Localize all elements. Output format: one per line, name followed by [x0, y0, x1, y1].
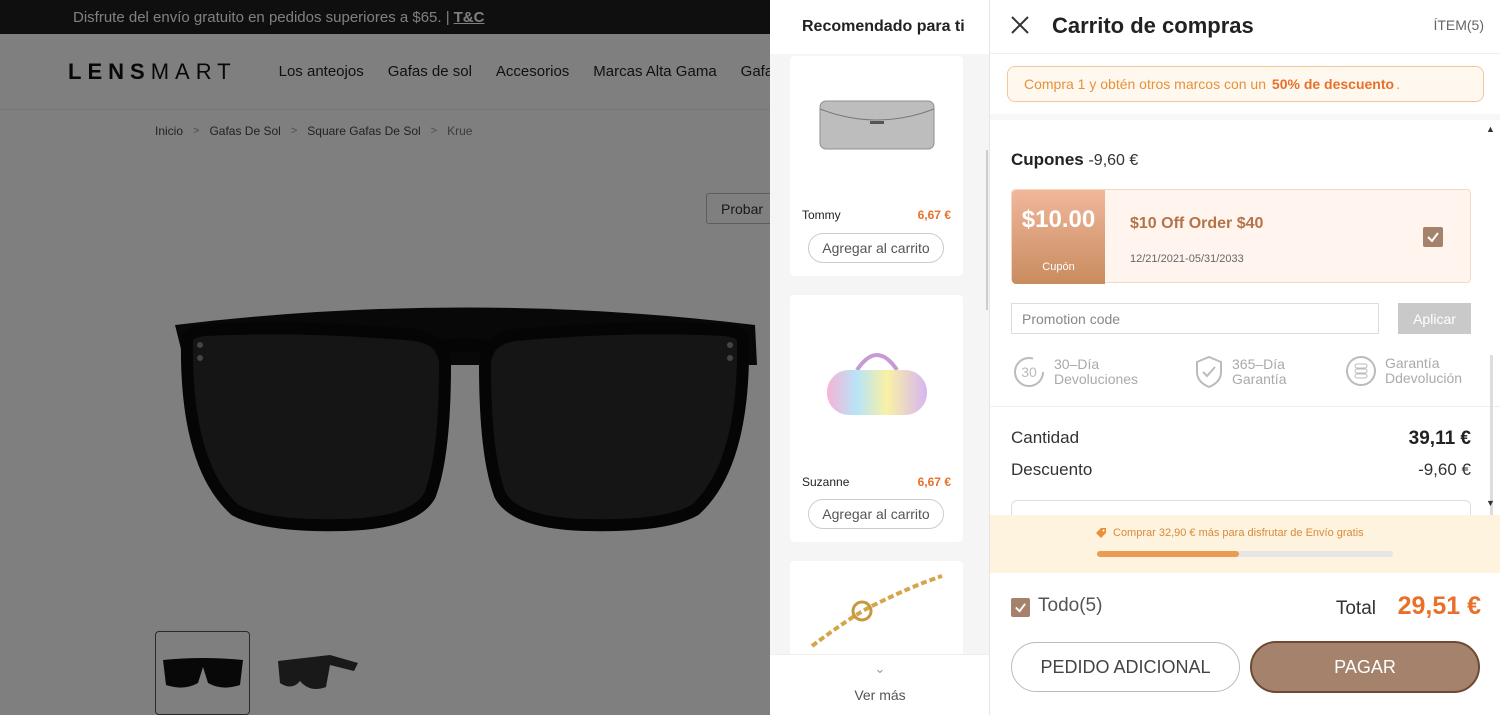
shield-check-icon	[1196, 355, 1222, 389]
section-divider	[990, 114, 1500, 120]
guarantee-line2: Garantía	[1232, 371, 1287, 387]
rec-card-tommy[interactable]: Tommy 6,67 € Agregar al carrito	[790, 56, 963, 276]
promo-highlight: 50% de descuento	[1271, 76, 1395, 92]
rec-name: Suzanne	[802, 475, 850, 489]
cart-footer-row: Todo(5) Total 29,51 €	[1011, 592, 1481, 621]
guarantee-line2: Ddevolución	[1385, 370, 1463, 386]
coupon-value-block: $10.00 Cupón	[1012, 190, 1105, 284]
money-coins-icon	[1346, 356, 1376, 386]
see-more-label: Ver más	[854, 687, 906, 703]
recommendations-title: Recomendado para ti	[770, 0, 989, 54]
see-more-button[interactable]: ⌄ Ver más	[770, 654, 989, 715]
summary-value: -9,60 €	[1418, 460, 1471, 479]
free-shipping-bar: Comprar 32,90 € más para disfrutar de En…	[990, 515, 1500, 573]
cart-drawer: Carrito de compras ÍTEM(5) Compra 1 y ob…	[990, 0, 1500, 715]
add-to-cart-button[interactable]: Agregar al carrito	[808, 499, 944, 529]
rec-price: 6,67 €	[917, 208, 951, 222]
scroll-down-icon[interactable]: ▼	[1486, 498, 1495, 508]
summary-quantity: Cantidad 39,11 €	[1011, 428, 1471, 450]
scroll-up-icon[interactable]: ▲	[1486, 124, 1495, 134]
chevron-down-icon: ⌄	[874, 661, 886, 676]
summary-discount: Descuento -9,60 €	[1011, 460, 1471, 480]
promo-prefix: Compra 1 y obtén otros marcos con un	[1024, 76, 1267, 92]
cart-scrollbar[interactable]: ▲ ▼	[1486, 120, 1498, 515]
item-count: ÍTEM(5)	[1433, 17, 1484, 33]
add-to-cart-button[interactable]: Agregar al carrito	[808, 233, 944, 263]
additional-order-button[interactable]: PEDIDO ADICIONAL	[1011, 642, 1240, 692]
promo-banner: Compra 1 y obtén otros marcos con un 50%…	[1007, 66, 1484, 102]
summary-label: Descuento	[1011, 460, 1093, 479]
rec-card-suzanne[interactable]: Suzanne 6,67 € Agregar al carrito	[790, 295, 963, 542]
promotion-code-input[interactable]	[1011, 303, 1379, 334]
summary-value: 39,11 €	[1408, 428, 1471, 449]
guarantee-returns: 30 30–Día Devoluciones	[1012, 355, 1138, 389]
coupon-checkbox[interactable]	[1423, 227, 1443, 247]
guarantee-refund: Garantía Ddevolución	[1345, 355, 1462, 387]
apply-button[interactable]: Aplicar	[1398, 303, 1471, 334]
total-value: 29,51 €	[1397, 592, 1481, 620]
total-label: Total	[1335, 598, 1376, 619]
guarantee-line1: Garantía	[1385, 355, 1440, 371]
close-icon[interactable]	[1010, 15, 1030, 35]
coupon-label: Cupón	[1042, 261, 1075, 273]
summary-label: Cantidad	[1011, 428, 1080, 447]
coupon-card[interactable]: $10.00 Cupón $10 Off Order $40 12/21/202…	[1011, 189, 1471, 284]
free-shipping-message: Comprar 32,90 € más para disfrutar de En…	[1095, 527, 1364, 539]
rec-name: Tommy	[802, 208, 841, 222]
product-image	[790, 295, 963, 475]
coupons-heading: Cupones -9,60 €	[1011, 150, 1138, 170]
pay-button[interactable]: PAGAR	[1250, 641, 1480, 693]
select-all-checkbox[interactable]	[1011, 598, 1030, 617]
30-day-return-icon: 30	[1014, 357, 1044, 387]
coupon-value: $10.00	[1021, 206, 1096, 233]
coupon-dates: 12/21/2021-05/31/2033	[1130, 253, 1244, 265]
section-divider	[990, 406, 1500, 407]
guarantee-line1: 365–Día	[1232, 356, 1285, 372]
guarantee-warranty: 365–Día Garantía	[1194, 355, 1286, 389]
free-shipping-text: Comprar 32,90 € más para disfrutar de En…	[1113, 527, 1364, 539]
cart-title: Carrito de compras	[1052, 13, 1254, 38]
shipping-progress	[1097, 551, 1393, 557]
guarantee-line1: 30–Día	[1054, 356, 1100, 372]
modal-backdrop[interactable]	[0, 0, 770, 715]
shipping-progress-fill	[1097, 551, 1240, 557]
coupon-name: $10 Off Order $40	[1130, 215, 1264, 232]
product-image	[790, 561, 963, 661]
select-all-label[interactable]: Todo(5)	[1038, 595, 1102, 617]
guarantee-line2: Devoluciones	[1054, 371, 1139, 387]
svg-text:30: 30	[1021, 364, 1037, 380]
recommendations-panel: Recomendado para ti Tommy 6,67 € Agregar…	[770, 0, 990, 715]
product-image	[790, 56, 963, 196]
rec-price: 6,67 €	[917, 475, 951, 489]
coupons-amount: -9,60 €	[1088, 152, 1139, 169]
tag-icon	[1096, 528, 1106, 538]
cart-header: Carrito de compras ÍTEM(5)	[990, 0, 1500, 54]
coupons-title: Cupones	[1011, 150, 1084, 169]
promo-suffix: .	[1396, 76, 1400, 92]
